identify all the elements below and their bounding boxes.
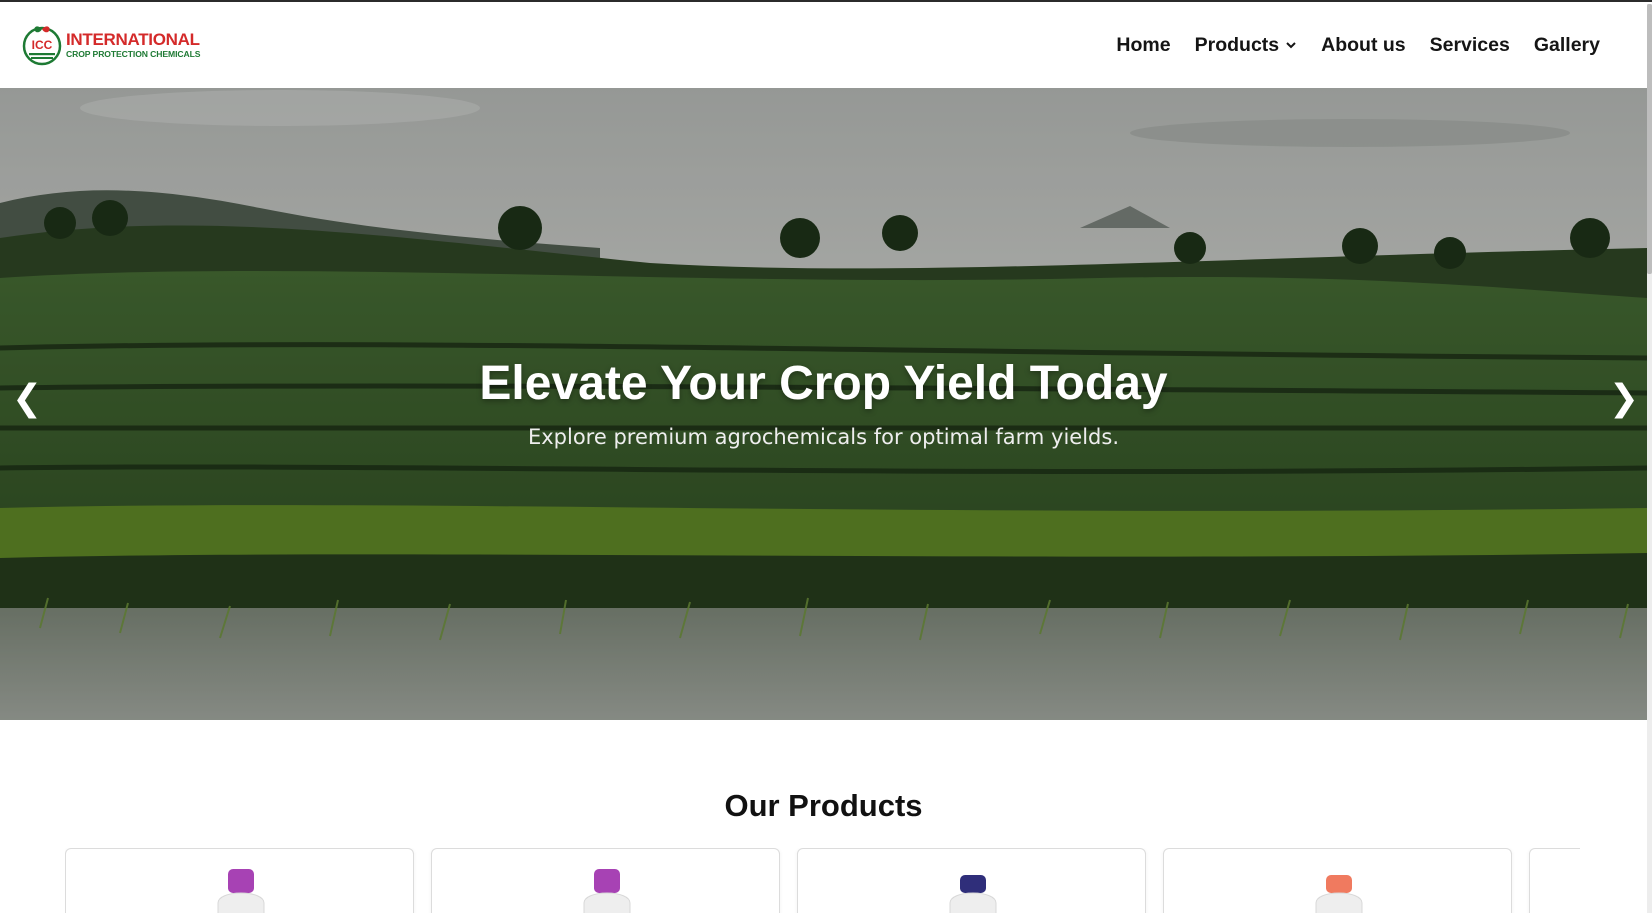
nav-gallery[interactable]: Gallery: [1534, 34, 1600, 57]
chevron-down-icon: [1286, 42, 1296, 49]
slider-prev-arrow-icon[interactable]: ❮: [12, 378, 42, 419]
product-bottle-image: [217, 869, 264, 913]
nav-products-label: Products: [1194, 33, 1280, 56]
product-bottle-image: [949, 875, 996, 913]
hero-title: Elevate Your Crop Yield Today: [479, 357, 1168, 410]
logo[interactable]: ICC INTERNATIONAL CROP PROTECTION CHEMIC…: [22, 23, 200, 67]
icc-logo-icon: ICC: [22, 26, 62, 66]
nav-products[interactable]: Products: [1195, 34, 1298, 57]
slider-next-arrow-icon[interactable]: ❯: [1609, 378, 1639, 419]
product-card[interactable]: [797, 848, 1146, 913]
product-card[interactable]: [431, 848, 780, 913]
hero-slider: Elevate Your Crop Yield Today Explore pr…: [0, 88, 1647, 720]
nav-gallery-label: Gallery: [1533, 33, 1600, 56]
nav-home[interactable]: Home: [1116, 34, 1170, 57]
nav-about-label: About us: [1321, 33, 1406, 56]
product-card[interactable]: [1529, 848, 1580, 913]
nav-about-us[interactable]: About us: [1321, 34, 1405, 57]
scrollbar-thumb[interactable]: [1647, 4, 1652, 274]
product-card[interactable]: [65, 848, 414, 913]
svg-text:ICC: ICC: [32, 38, 53, 52]
product-carousel: [65, 848, 1580, 913]
main-nav: Home Products About us Services Gallery: [1116, 34, 1600, 57]
nav-services[interactable]: Services: [1430, 34, 1510, 57]
hero-subtitle: Explore premium agrochemicals for optima…: [527, 425, 1120, 449]
logo-name: INTERNATIONAL: [66, 30, 200, 50]
product-card[interactable]: [1163, 848, 1512, 913]
site-header: ICC INTERNATIONAL CROP PROTECTION CHEMIC…: [0, 2, 1647, 88]
product-bottle-image: [1315, 875, 1362, 913]
nav-home-label: Home: [1116, 33, 1171, 56]
product-bottle-image: [583, 869, 630, 913]
products-section-title: Our Products: [724, 788, 923, 823]
nav-services-label: Services: [1429, 33, 1510, 56]
logo-subtitle: CROP PROTECTION CHEMICALS: [66, 49, 201, 60]
